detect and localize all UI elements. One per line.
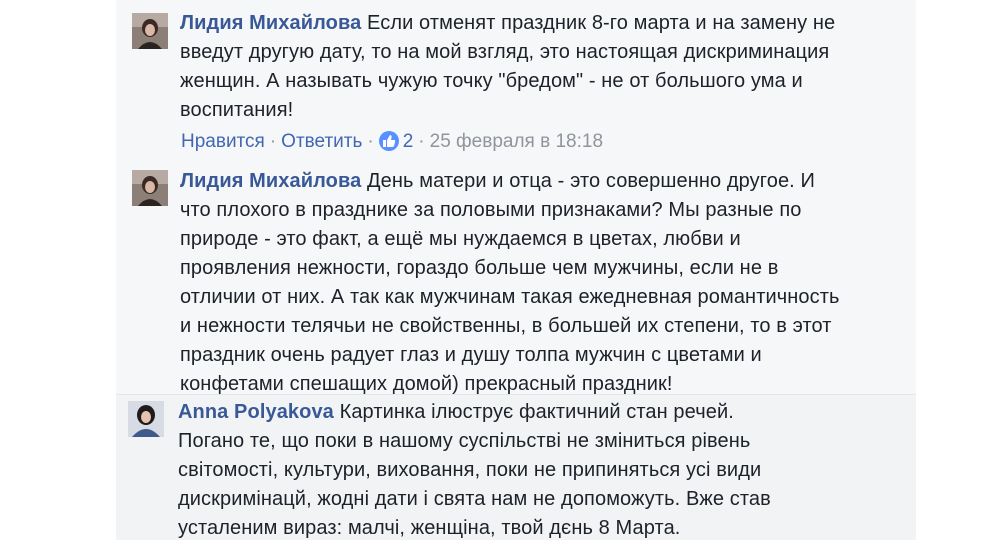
timestamp[interactable]: 25 февраля в 18:18 bbox=[430, 131, 603, 152]
comment-text: День матери и отца - это совершенно друг… bbox=[180, 170, 840, 395]
comment-actions: Нравится · Ответить · 2 · 25 февраля в 18:18 bbox=[181, 131, 603, 153]
comment-author-link[interactable]: Anna Polyakova bbox=[178, 401, 334, 423]
like-button[interactable]: Нравится bbox=[181, 131, 265, 152]
separator: · bbox=[367, 131, 374, 152]
comment-author-link[interactable]: Лидия Михайлова bbox=[180, 12, 361, 34]
like-icon[interactable] bbox=[378, 131, 399, 151]
separator: · bbox=[269, 131, 277, 152]
reply-button[interactable]: Ответить bbox=[281, 131, 362, 152]
separator: · bbox=[418, 131, 425, 152]
reaction-count[interactable]: 2 bbox=[403, 131, 414, 152]
comment-author-link[interactable]: Лидия Михайлова bbox=[180, 170, 361, 192]
comment-body: Anna Polyakova Картинка ілюструє фактичн… bbox=[178, 398, 788, 543]
avatar[interactable] bbox=[128, 401, 164, 437]
comment-body: Лидия Михайлова Если отменят праздник 8-… bbox=[180, 9, 840, 125]
comment-body: Лидия Михайлова День матери и отца - это… bbox=[180, 167, 840, 399]
avatar[interactable] bbox=[132, 170, 168, 206]
avatar[interactable] bbox=[132, 13, 168, 49]
